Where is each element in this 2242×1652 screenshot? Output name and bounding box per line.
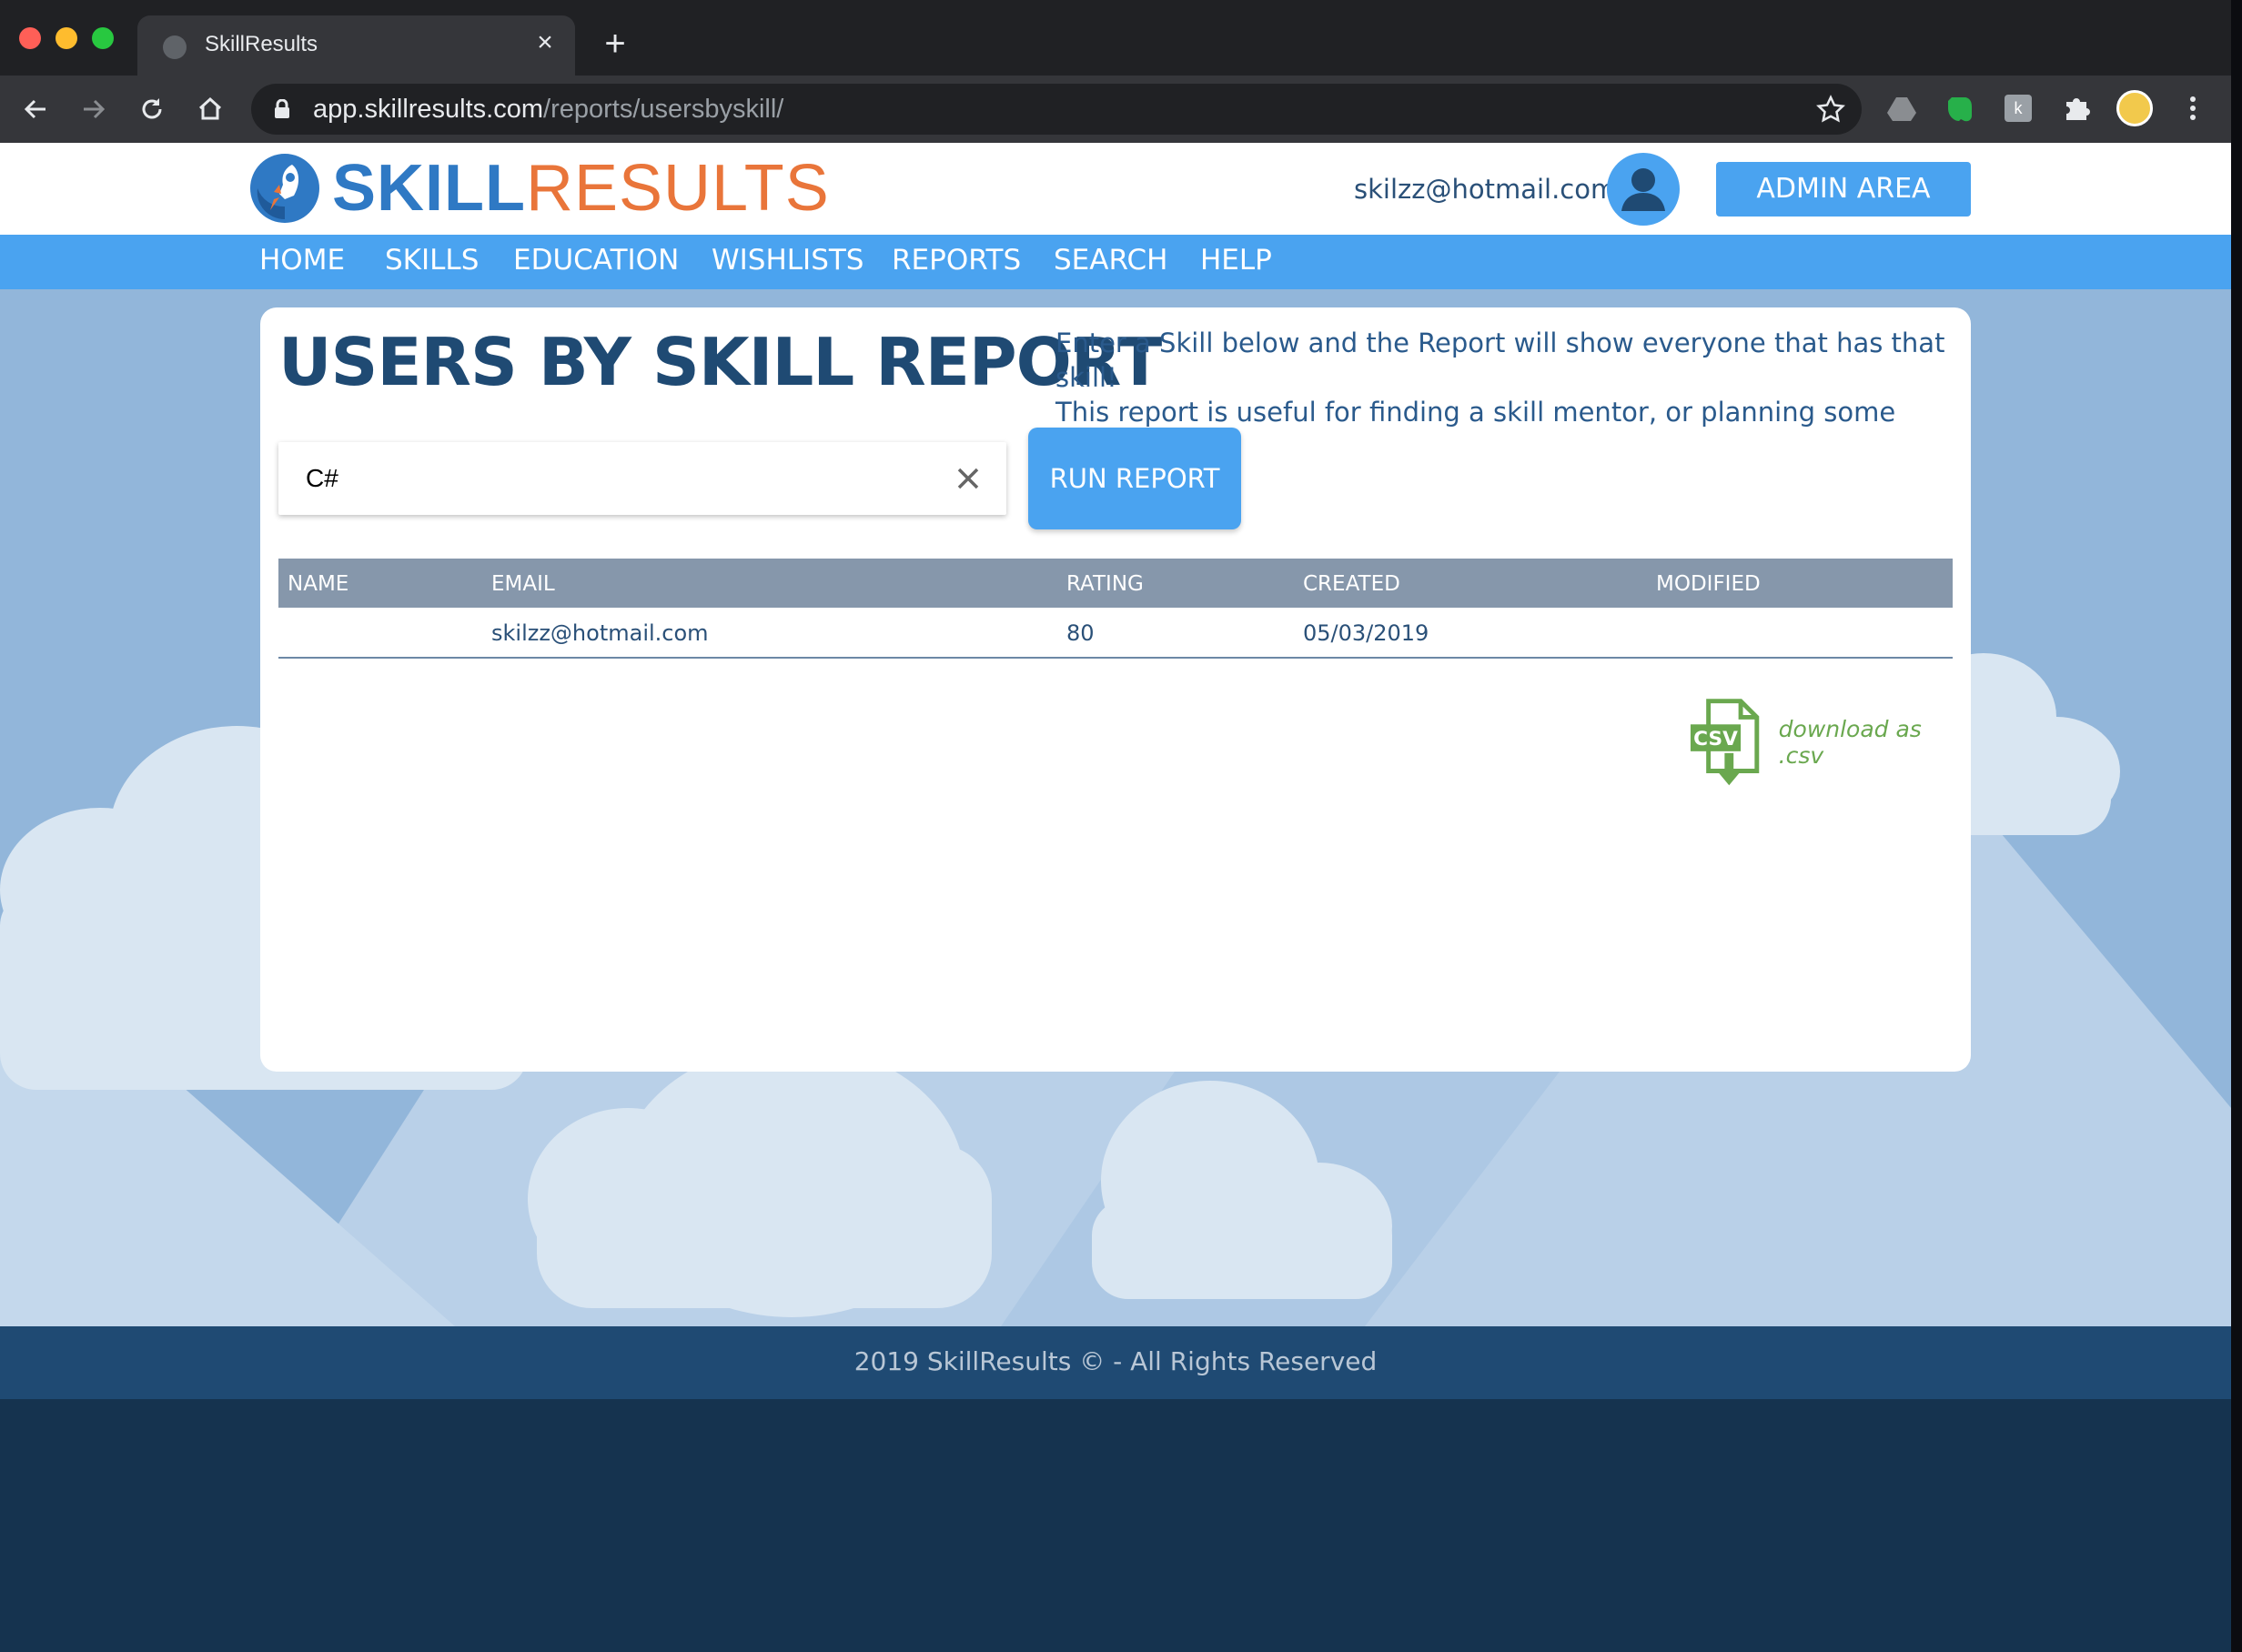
column-header-rating[interactable]: RATING [1066,572,1144,596]
page-title: USERS BY SKILL REPORT [278,324,1162,400]
forward-icon[interactable] [73,88,115,130]
logo-text: SKILLRESULTS [332,152,830,225]
download-csv-label: download as .csv [1778,716,1922,769]
address-bar[interactable]: app.skillresults.com/reports/usersbyskil… [251,84,1862,135]
minimize-window-button[interactable] [56,27,77,49]
nav-item-education[interactable]: EDUCATION [513,244,679,277]
lock-icon [275,99,289,118]
cell-rating: 80 [1066,620,1095,646]
results-table: NAME EMAIL RATING CREATED MODIFIED skilz… [278,559,1953,659]
url-text: app.skillresults.com/reports/usersbyskil… [313,95,784,124]
k-extension-icon[interactable]: k [2000,90,2036,126]
new-tab-button[interactable]: + [597,25,633,62]
nav-item-search[interactable]: SEARCH [1054,244,1167,277]
clear-search-icon[interactable] [952,462,985,495]
main-navigation: HOME SKILLS EDUCATION WISHLISTS REPORTS … [0,235,2231,289]
report-card: USERS BY SKILL REPORT Enter a Skill belo… [260,307,1971,1072]
run-report-button[interactable]: RUN REPORT [1028,428,1241,529]
user-avatar-icon[interactable] [1607,153,1680,226]
user-email[interactable]: skilzz@hotmail.com [1354,174,1616,205]
rocket-logo-icon [250,154,319,223]
home-icon[interactable] [189,88,231,130]
extensions-puzzle-icon[interactable] [2058,90,2095,126]
column-header-email[interactable]: EMAIL [491,572,555,596]
column-header-created[interactable]: CREATED [1303,572,1400,596]
browser-tabbar: SkillResults × + [0,0,2231,76]
close-window-button[interactable] [19,27,41,49]
reload-icon[interactable] [131,88,173,130]
tab-title: SkillResults [205,32,318,56]
more-menu-icon[interactable] [2175,90,2211,126]
nav-item-wishlists[interactable]: WISHLISTS [712,244,864,277]
browser-tab[interactable]: SkillResults × [137,15,575,76]
site-header: SKILLRESULTS skilzz@hotmail.com ADMIN AR… [0,143,2231,235]
profile-avatar-icon[interactable] [2116,90,2153,126]
maximize-window-button[interactable] [92,27,114,49]
site-footer: 2019 SkillResults © - All Rights Reserve… [0,1326,2231,1399]
copyright-text: 2019 SkillResults © - All Rights Reserve… [853,1346,1378,1376]
drive-extension-icon[interactable] [1883,90,1920,126]
admin-area-button[interactable]: ADMIN AREA [1716,162,1971,217]
table-row[interactable]: skilzz@hotmail.com 80 05/03/2019 [278,608,1953,659]
nav-item-home[interactable]: HOME [259,244,345,277]
close-tab-icon[interactable]: × [529,26,561,59]
cell-created: 05/03/2019 [1303,620,1429,646]
column-header-modified[interactable]: MODIFIED [1656,572,1761,596]
column-header-name[interactable]: NAME [288,572,348,596]
back-icon[interactable] [15,88,56,130]
browser-toolbar: app.skillresults.com/reports/usersbyskil… [0,76,2231,143]
skillresults-logo[interactable]: SKILLRESULTS [248,152,830,225]
bookmark-star-icon[interactable] [1816,95,1845,124]
table-header: NAME EMAIL RATING CREATED MODIFIED [278,559,1953,608]
csv-file-icon: CSV [1690,699,1760,786]
svg-text:CSV: CSV [1693,728,1738,750]
nav-item-reports[interactable]: REPORTS [892,244,1021,277]
window-edge [2231,0,2242,1652]
nav-item-help[interactable]: HELP [1200,244,1272,277]
page-bottom-area [0,1399,2231,1652]
nav-item-skills[interactable]: SKILLS [385,244,479,277]
evernote-extension-icon[interactable] [1942,90,1978,126]
cell-email: skilzz@hotmail.com [491,620,709,646]
skill-search-input[interactable]: C# [278,442,1006,515]
globe-icon [163,35,187,59]
download-csv-link[interactable]: CSV download as .csv [1687,697,1971,788]
search-input-value: C# [306,464,338,492]
